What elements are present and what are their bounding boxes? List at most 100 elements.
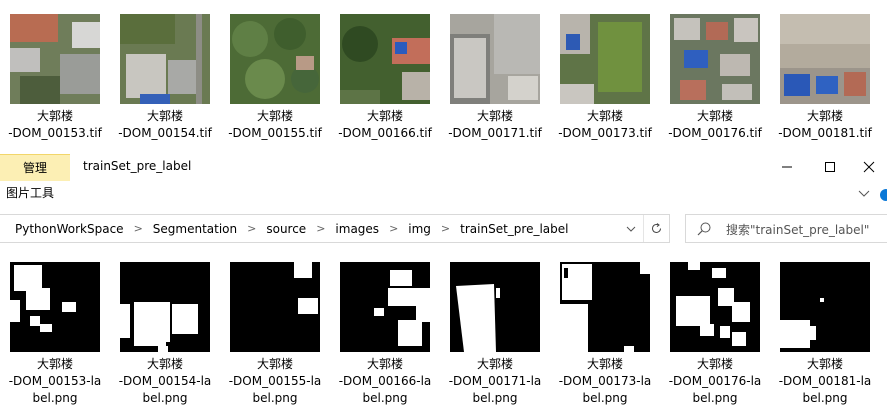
file-name-line: -DOM_00155.tif [228,126,322,140]
file-name-line: bel.png [32,391,78,405]
breadcrumb: PythonWorkSpace > Segmentation > source … [0,215,570,242]
mask-thumbnail [670,262,760,352]
refresh-button[interactable] [643,215,669,242]
file-name-line: -DOM_00155-la [228,374,322,388]
breadcrumb-item[interactable]: trainSet_pre_label [458,222,570,236]
file-name-line: -DOM_00181-la [778,374,872,388]
breadcrumb-item[interactable]: images [333,222,381,236]
file-item[interactable]: 大郭楼 -DOM_00153-la bel.png [0,252,110,415]
aerial-thumbnail [230,14,320,104]
file-name-line: -DOM_00153.tif [8,126,102,140]
minimize-button[interactable] [765,155,809,179]
file-name-line: -DOM_00154.tif [118,126,212,140]
file-item[interactable]: 大郭楼 -DOM_00171-la bel.png [440,252,550,415]
file-name-line: 大郭楼 [586,109,623,123]
aerial-thumbnail [670,14,760,104]
close-icon [863,161,875,173]
file-name-line: 大郭楼 [696,109,733,123]
file-item[interactable]: 大郭楼 -DOM_00154.tif [110,0,220,148]
file-name-line: -DOM_00153-la [8,374,102,388]
mask-thumbnail [450,262,540,352]
breadcrumb-item[interactable]: PythonWorkSpace [0,222,126,236]
file-item[interactable]: 大郭楼 -DOM_00153.tif [0,0,110,148]
file-name-line: -DOM_00166-la [338,374,432,388]
file-name-line: -DOM_00176-la [668,374,762,388]
search-input[interactable]: 搜索"trainSet_pre_label" [726,221,869,238]
file-name-line: -DOM_00173-la [558,374,652,388]
file-name-line: 大郭楼 [586,357,623,371]
chevron-right-icon[interactable]: > [381,222,406,235]
file-name-line: 大郭楼 [476,109,513,123]
maximize-icon [825,162,835,172]
file-item[interactable]: 大郭楼 -DOM_00181.tif [770,0,880,148]
chevron-down-icon [858,190,870,197]
mask-thumbnail [340,262,430,352]
chevron-right-icon[interactable]: > [239,222,264,235]
breadcrumb-item[interactable]: Segmentation [151,222,239,236]
expand-ribbon-button[interactable] [858,187,870,201]
file-item[interactable]: 大郭楼 -DOM_00173.tif [550,0,660,148]
file-name-line: -DOM_00173.tif [558,126,652,140]
file-item[interactable]: 大郭楼 -DOM_00166-la bel.png [330,252,440,415]
file-item[interactable]: 大郭楼 -DOM_00176.tif [660,0,770,148]
aerial-thumbnail [560,14,650,104]
file-name-line: bel.png [252,391,298,405]
file-item[interactable]: 大郭楼 -DOM_00176-la bel.png [660,252,770,415]
file-name-line: bel.png [142,391,188,405]
mask-thumbnail [780,262,870,352]
close-button[interactable] [851,155,887,179]
file-name-line: -DOM_00166.tif [338,126,432,140]
address-history-dropdown[interactable] [620,215,642,242]
mask-thumbnail [120,262,210,352]
chevron-right-icon[interactable]: > [126,222,151,235]
file-item[interactable]: 大郭楼 -DOM_00166.tif [330,0,440,148]
file-name-line: 大郭楼 [36,109,73,123]
file-name-line: 大郭楼 [256,357,293,371]
chevron-down-icon [626,226,636,232]
file-item[interactable]: 大郭楼 -DOM_00173-la bel.png [550,252,660,415]
mask-thumbnail [560,262,650,352]
file-name-line: 大郭楼 [696,357,733,371]
mask-thumbnail [230,262,320,352]
file-name-line: bel.png [472,391,518,405]
aerial-thumbnail [780,14,870,104]
file-name-line: 大郭楼 [806,357,843,371]
search-box[interactable]: 搜索"trainSet_pre_label" [685,214,887,243]
help-icon[interactable] [880,189,887,201]
file-name-line: 大郭楼 [476,357,513,371]
aerial-file-strip: 大郭楼 -DOM_00153.tif 大郭楼 -DOM_00154.tif 大郭… [0,0,887,148]
window-title: trainSet_pre_label [83,159,192,173]
file-name-line: 大郭楼 [36,357,73,371]
file-item[interactable]: 大郭楼 -DOM_00154-la bel.png [110,252,220,415]
aerial-thumbnail [340,14,430,104]
aerial-thumbnail [450,14,540,104]
file-name-line: bel.png [692,391,738,405]
file-name-line: 大郭楼 [256,109,293,123]
file-item[interactable]: 大郭楼 -DOM_00155-la bel.png [220,252,330,415]
file-name-line: -DOM_00181.tif [778,126,872,140]
file-name-line: bel.png [582,391,628,405]
aerial-thumbnail [120,14,210,104]
maximize-button[interactable] [808,155,852,179]
file-name-line: 大郭楼 [146,109,183,123]
file-name-line: 大郭楼 [806,109,843,123]
file-item[interactable]: 大郭楼 -DOM_00171.tif [440,0,550,148]
file-name-line: -DOM_00171.tif [448,126,542,140]
address-bar[interactable]: PythonWorkSpace > Segmentation > source … [0,214,670,243]
chevron-right-icon[interactable]: > [433,222,458,235]
file-name-line: -DOM_00176.tif [668,126,762,140]
file-name-line: 大郭楼 [366,357,403,371]
breadcrumb-item[interactable]: source [264,222,308,236]
file-item[interactable]: 大郭楼 -DOM_00155.tif [220,0,330,148]
refresh-icon [652,223,661,233]
file-item[interactable]: 大郭楼 -DOM_00181-la bel.png [770,252,880,415]
label-file-strip: 大郭楼 -DOM_00153-la bel.png 大郭楼 -DOM_00154… [0,252,887,415]
breadcrumb-item[interactable]: img [406,222,433,236]
picture-tools-label[interactable]: 图片工具 [6,184,54,202]
file-name-line: -DOM_00154-la [118,374,212,388]
chevron-right-icon[interactable]: > [308,222,333,235]
aerial-thumbnail [10,14,100,104]
file-name-line: 大郭楼 [146,357,183,371]
tab-manage[interactable]: 管理 [0,154,70,181]
file-name-line: bel.png [362,391,408,405]
